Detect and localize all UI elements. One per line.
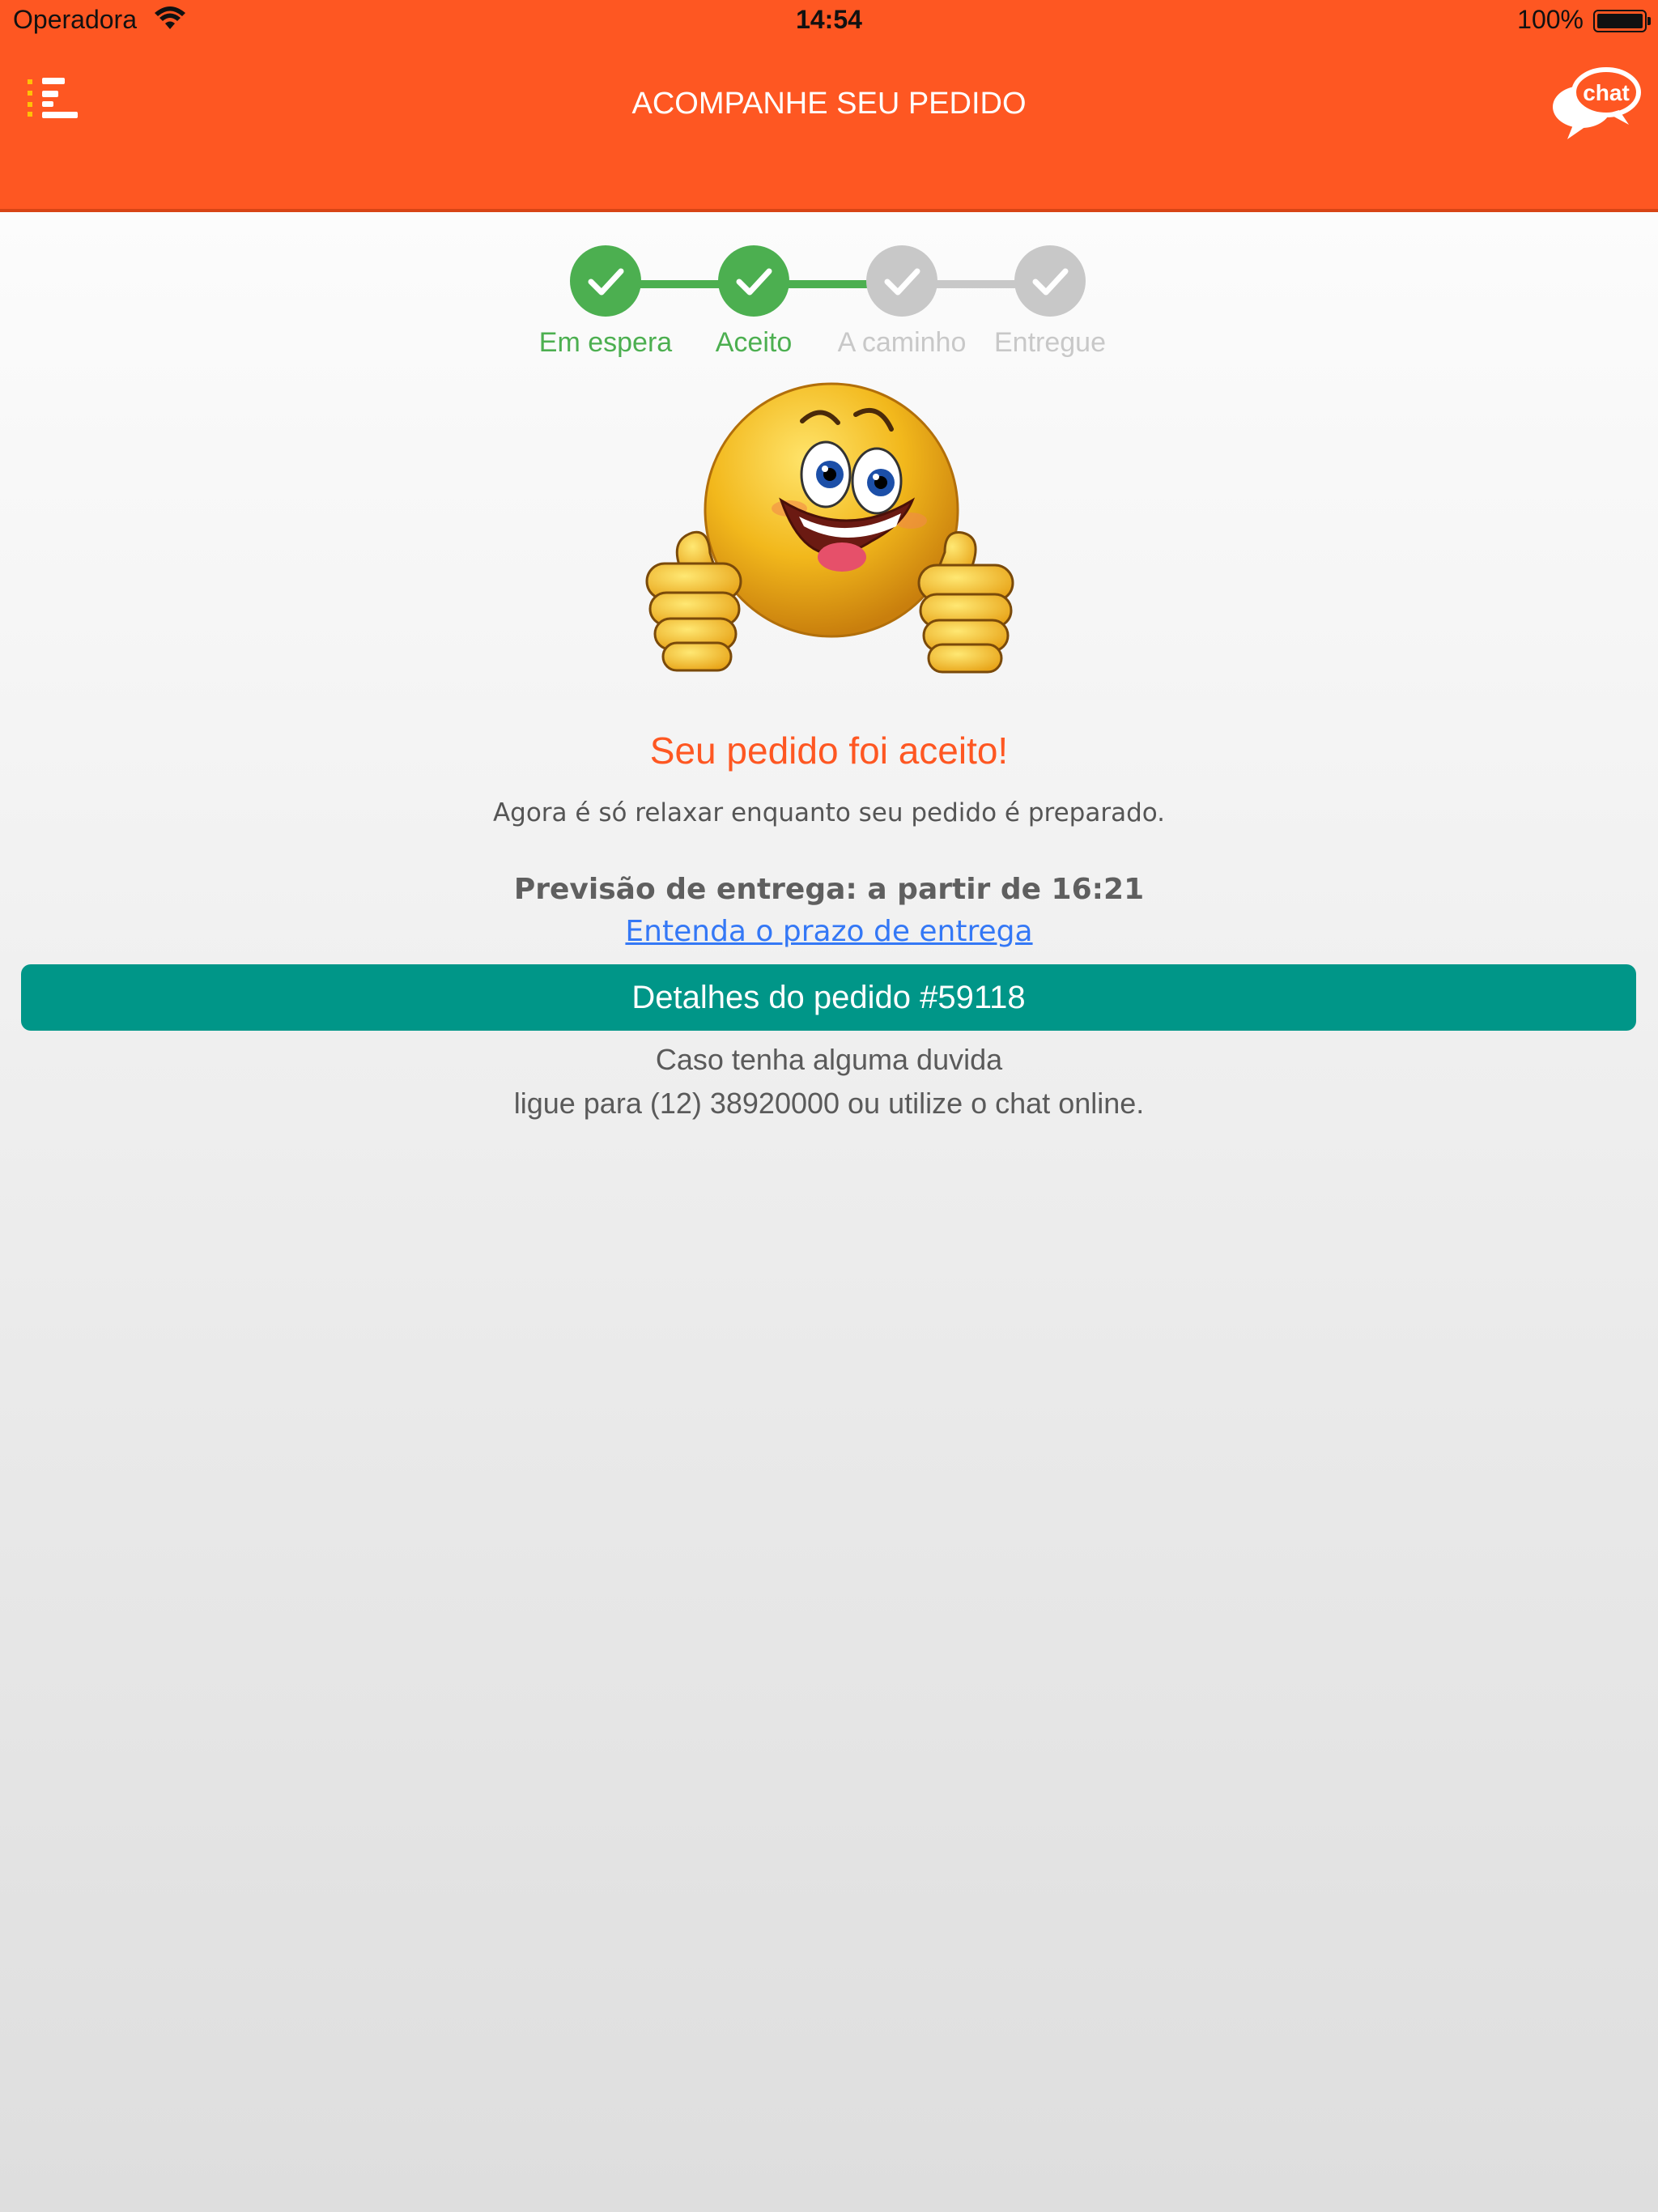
thumbs-up-smiley-icon — [644, 379, 1016, 678]
order-status-subtitle: Agora é só relaxar enquanto seu pedido é… — [492, 798, 1166, 827]
step-label-entregue: Entregue — [994, 327, 1106, 358]
delivery-info-link-wrap: Entenda o prazo de entrega — [0, 915, 1658, 948]
step-circle-aceito — [718, 245, 789, 317]
step-circle-entregue — [1014, 245, 1086, 317]
check-icon — [1032, 268, 1069, 296]
delivery-time-link[interactable]: Entenda o prazo de entrega — [625, 915, 1032, 948]
check-icon — [588, 268, 624, 296]
order-status-headline: Seu pedido foi aceito! — [649, 730, 1009, 772]
check-icon — [736, 268, 772, 296]
delivery-forecast: Previsão de entrega: a partir de 16:21 — [513, 873, 1145, 906]
help-text-line2: ligue para (12) 38920000 ou utilize o ch… — [513, 1087, 1145, 1120]
check-icon — [884, 268, 920, 296]
step-circle-em-espera — [570, 245, 641, 317]
order-details-button[interactable]: Detalhes do pedido #59118 — [21, 964, 1636, 1031]
order-stepper: Em espera Aceito A caminho Entregue — [0, 0, 1658, 372]
step-circle-a-caminho — [866, 245, 937, 317]
help-text-line1: Caso tenha alguma duvida — [655, 1043, 1003, 1076]
